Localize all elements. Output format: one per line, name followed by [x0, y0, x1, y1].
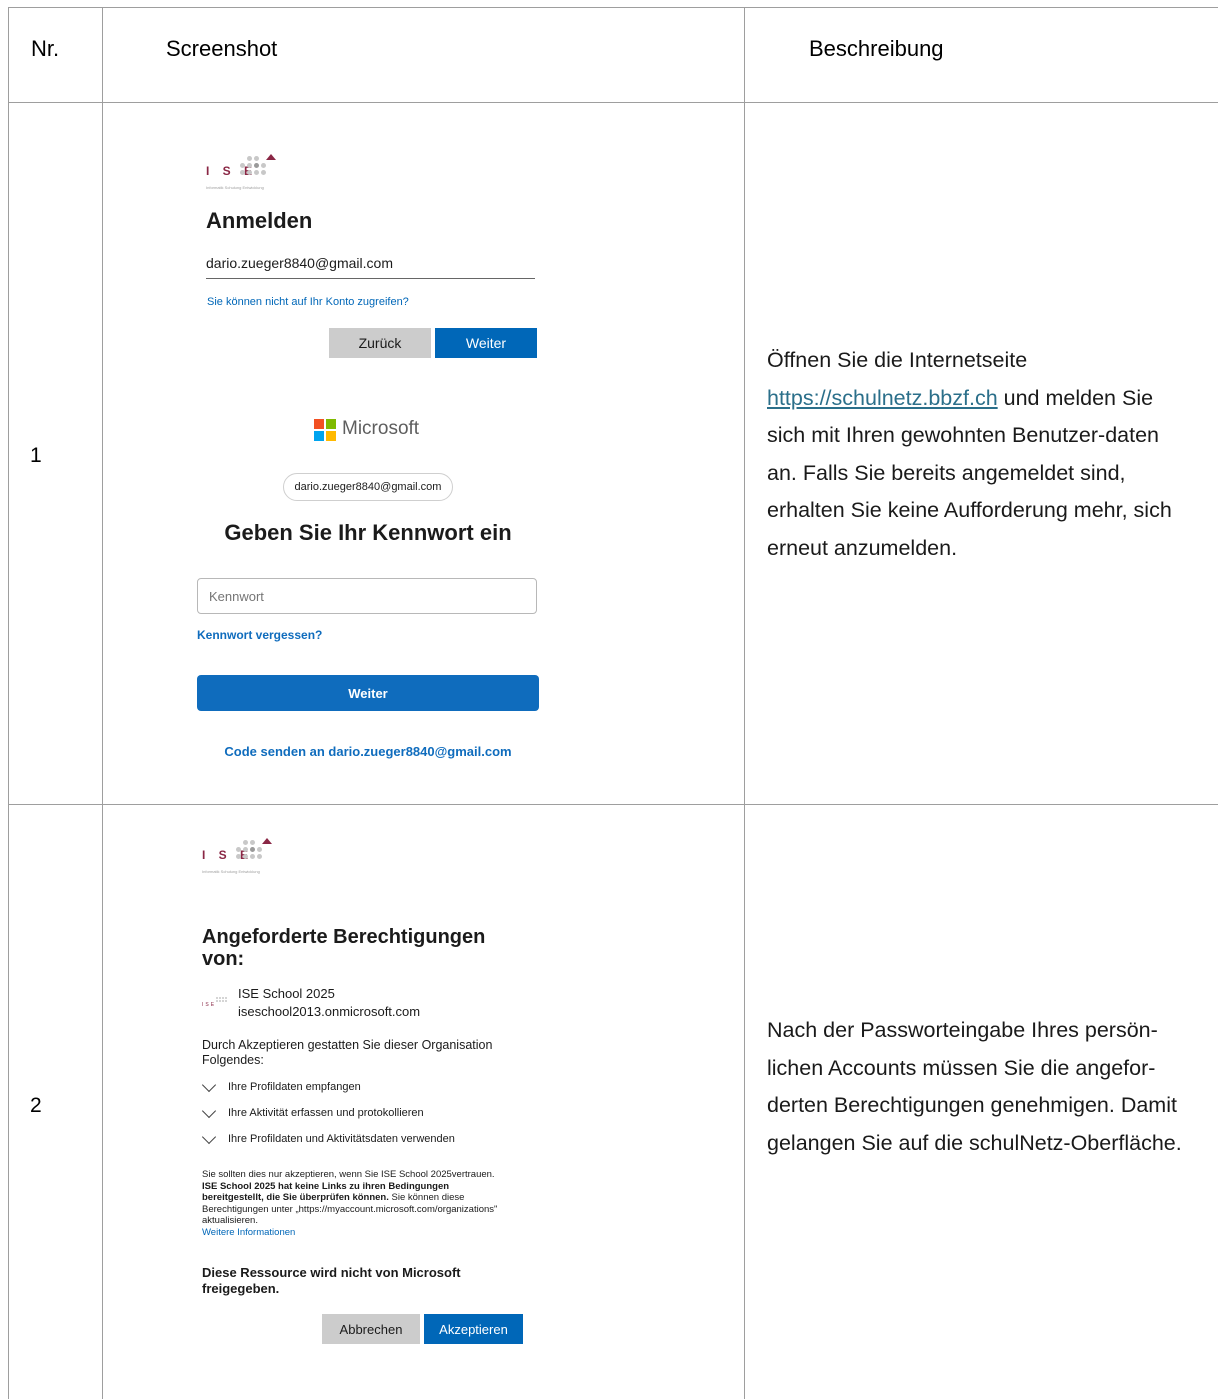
ise-logo: I S E Informatik Schulung Entwicklung [206, 154, 286, 198]
ise-logo-2-dots-icon [236, 840, 262, 859]
consent-title: Angeforderte Berechtigungen von: [202, 926, 486, 970]
consent-notice-start: Sie sollten dies nur akzeptieren, wenn S… [202, 1169, 495, 1180]
cancel-button[interactable]: Abbrechen [322, 1314, 420, 1344]
email-chip-text: dario.zueger8840@gmail.com [294, 481, 442, 493]
table-border-col2 [744, 7, 745, 1399]
chevron-down-icon[interactable] [201, 1077, 217, 1093]
login-title: Anmelden [206, 208, 313, 233]
permission-item[interactable]: Ihre Aktivität erfassen und protokollier… [228, 1107, 424, 1119]
table-border-top [8, 7, 1218, 8]
table-border-left [8, 7, 9, 1399]
ise-logo-2: I S E Informatik Schulung Entwicklung [202, 838, 282, 882]
accept-button[interactable]: Akzeptieren [424, 1314, 523, 1344]
chevron-down-icon[interactable] [201, 1129, 217, 1145]
ise-app-icon: ISE [202, 995, 232, 1011]
row1-number: 1 [30, 444, 42, 467]
password-next-button[interactable]: Weiter [197, 675, 539, 711]
header-screenshot: Screenshot [166, 36, 278, 61]
permission-item[interactable]: Ihre Profildaten empfangen [228, 1081, 361, 1093]
microsoft-logo-icon [314, 419, 336, 441]
email-field[interactable]: dario.zueger8840@gmail.com [206, 252, 535, 279]
table-border-col1 [102, 7, 103, 1399]
permission-item[interactable]: Ihre Profildaten und Aktivitätsdaten ver… [228, 1133, 455, 1145]
row1-description-rest: und melden Sie sich mit Ihren gewohnten … [767, 385, 1172, 560]
email-chip[interactable]: dario.zueger8840@gmail.com [283, 473, 453, 501]
more-info-link[interactable]: Weitere Informationen [202, 1227, 295, 1238]
cant-access-account-link[interactable]: Sie können nicht auf Ihr Konto zugreifen… [207, 296, 409, 308]
graduation-cap-2-icon [262, 838, 272, 844]
back-button[interactable]: Zurück [329, 328, 431, 358]
ise-logo-2-tagline: Informatik Schulung Entwicklung [202, 869, 260, 874]
chevron-down-icon[interactable] [201, 1103, 217, 1119]
schulnetz-link[interactable]: https://schulnetz.bbzf.ch [767, 386, 998, 410]
header-description: Beschreibung [809, 36, 944, 61]
row1-description-intro: Öffnen Sie die Internetseite [767, 348, 1028, 372]
password-title: Geben Sie Ihr Kennwort ein [224, 520, 512, 545]
row2-description: Nach der Passworteingabe Ihres persön-li… [767, 1018, 1182, 1155]
next-button[interactable]: Weiter [435, 328, 537, 358]
password-input[interactable] [197, 578, 537, 614]
send-code-link[interactable]: Code senden an dario.zueger8840@gmail.co… [197, 744, 539, 759]
app-name: ISE School 2025 [238, 986, 335, 1001]
ise-logo-tagline: Informatik Schulung Entwicklung [206, 185, 264, 190]
consent-warning: Diese Ressource wird nicht von Microsoft… [202, 1265, 461, 1296]
row2-number: 2 [30, 1094, 42, 1117]
graduation-cap-icon [266, 154, 276, 160]
consent-intro: Durch Akzeptieren gestatten Sie dieser O… [202, 1038, 493, 1067]
table-border-header [8, 102, 1218, 103]
app-domain: iseschool2013.onmicrosoft.com [238, 1004, 421, 1019]
microsoft-brand: Microsoft [342, 418, 420, 439]
forgot-password-link[interactable]: Kennwort vergessen? [197, 628, 322, 642]
header-nr: Nr. [31, 36, 60, 61]
table-border-row1 [8, 804, 1218, 805]
email-field-value: dario.zueger8840@gmail.com [206, 255, 393, 271]
ise-logo-dots-icon [240, 156, 266, 175]
consent-notice: Sie sollten dies nur akzeptieren, wenn S… [202, 1169, 512, 1238]
row1-description: Öffnen Sie die Internetseite https://sch… [767, 342, 1187, 567]
